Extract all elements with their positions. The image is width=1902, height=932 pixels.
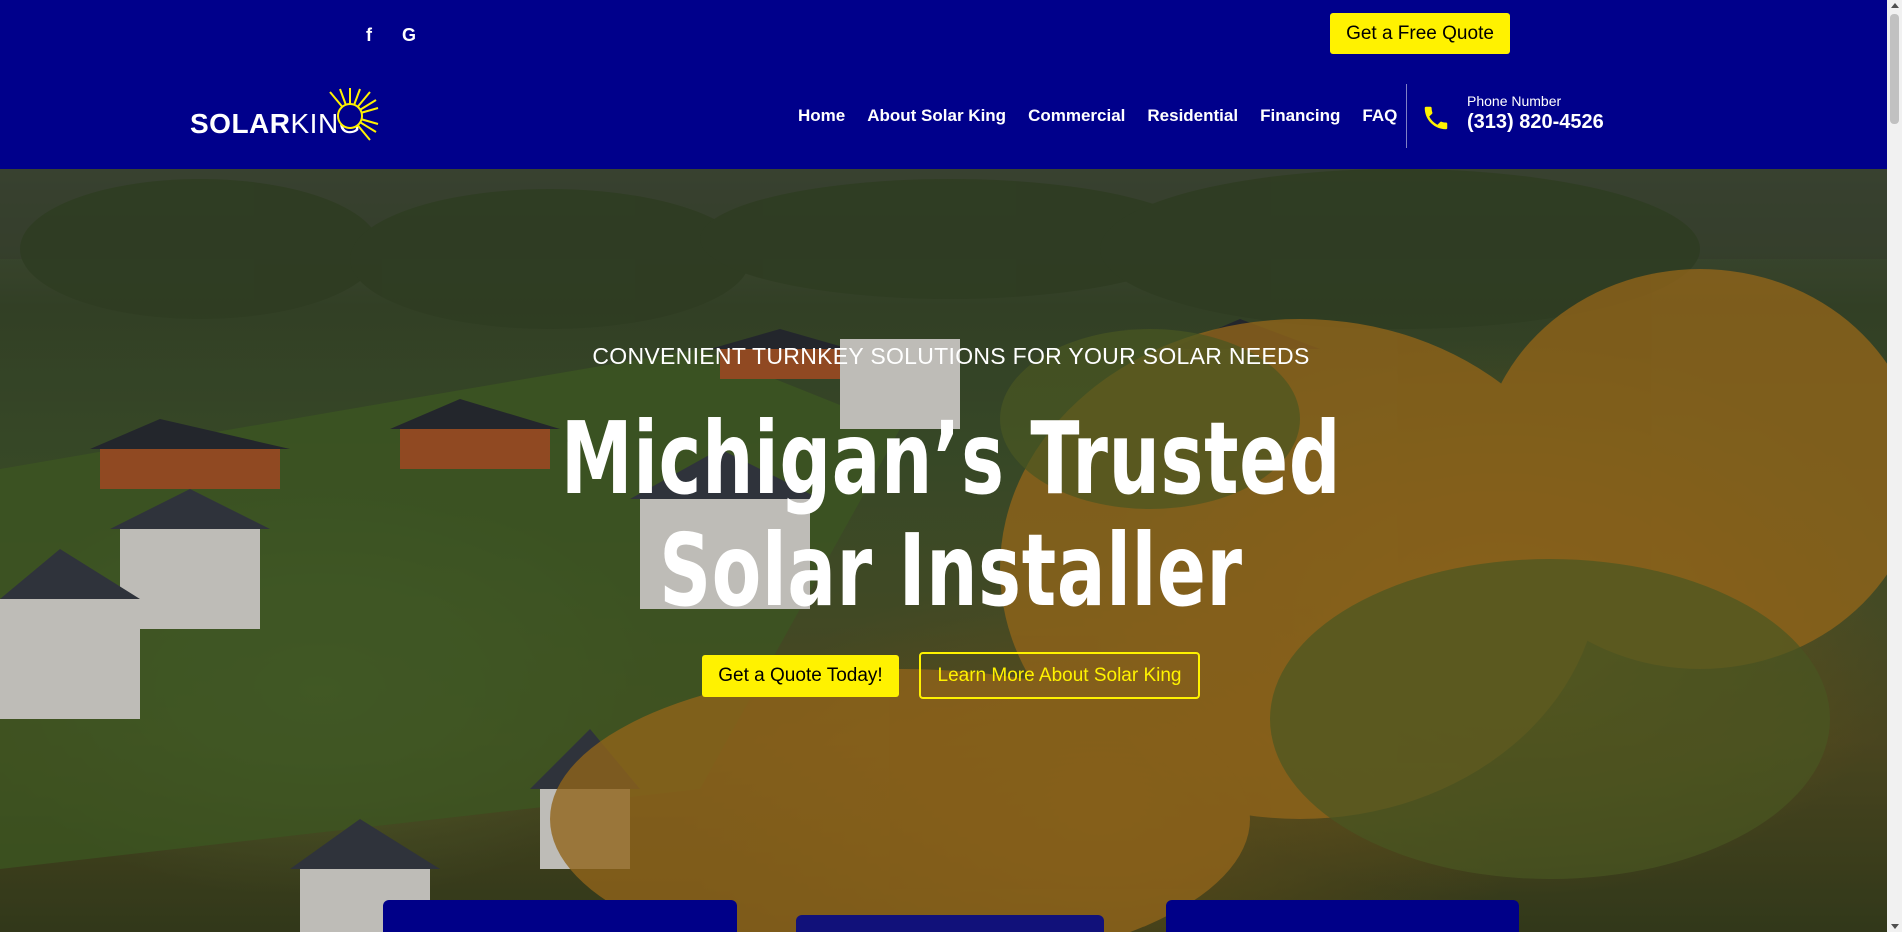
page-scrollbar[interactable]	[1887, 0, 1902, 932]
scroll-up-arrow-icon[interactable]	[1891, 3, 1899, 8]
hero-tagline: CONVENIENT TURNKEY SOLUTIONS FOR YOUR SO…	[592, 343, 1310, 369]
nav-about[interactable]: About Solar King	[867, 106, 1006, 126]
nav-commercial[interactable]: Commercial	[1028, 106, 1125, 126]
google-icon[interactable]: G	[400, 22, 418, 48]
site-header: SOLARKING Home About Solar King Commerci…	[0, 66, 1887, 169]
nav-financing[interactable]: Financing	[1260, 106, 1340, 126]
get-free-quote-button[interactable]: Get a Free Quote	[1330, 13, 1510, 54]
headline-line-1: Michigan’s Trusted	[560, 400, 1342, 517]
headline-line-2: Solar Installer	[659, 512, 1243, 629]
feature-card[interactable]	[383, 900, 737, 932]
logo-text-solar: SOLAR	[190, 108, 291, 139]
top-bar: f G Get a Free Quote	[0, 0, 1887, 66]
main-nav: Home About Solar King Commercial Residen…	[798, 106, 1397, 126]
scrollbar-thumb[interactable]	[1890, 14, 1899, 124]
nav-residential[interactable]: Residential	[1147, 106, 1238, 126]
solar-king-logo[interactable]: SOLARKING	[190, 86, 390, 146]
phone-label: Phone Number	[1467, 93, 1562, 109]
hero-headline: Michigan’s Trusted Solar Installer	[266, 403, 1635, 627]
header-divider	[1406, 84, 1407, 148]
sun-icon	[329, 88, 379, 141]
phone-number[interactable]: (313) 820-4526	[1467, 111, 1604, 134]
feature-card[interactable]	[1166, 900, 1519, 932]
get-quote-today-button[interactable]: Get a Quote Today!	[702, 655, 899, 697]
facebook-icon[interactable]: f	[360, 22, 378, 48]
nav-home[interactable]: Home	[798, 106, 845, 126]
feature-card[interactable]	[796, 915, 1104, 932]
scroll-down-arrow-icon[interactable]	[1891, 924, 1899, 929]
phone-icon[interactable]	[1421, 102, 1451, 134]
social-links: f G	[360, 22, 418, 48]
hero-section: CONVENIENT TURNKEY SOLUTIONS FOR YOUR SO…	[0, 169, 1887, 932]
nav-faq[interactable]: FAQ	[1362, 106, 1397, 126]
learn-more-button[interactable]: Learn More About Solar King	[919, 652, 1200, 699]
